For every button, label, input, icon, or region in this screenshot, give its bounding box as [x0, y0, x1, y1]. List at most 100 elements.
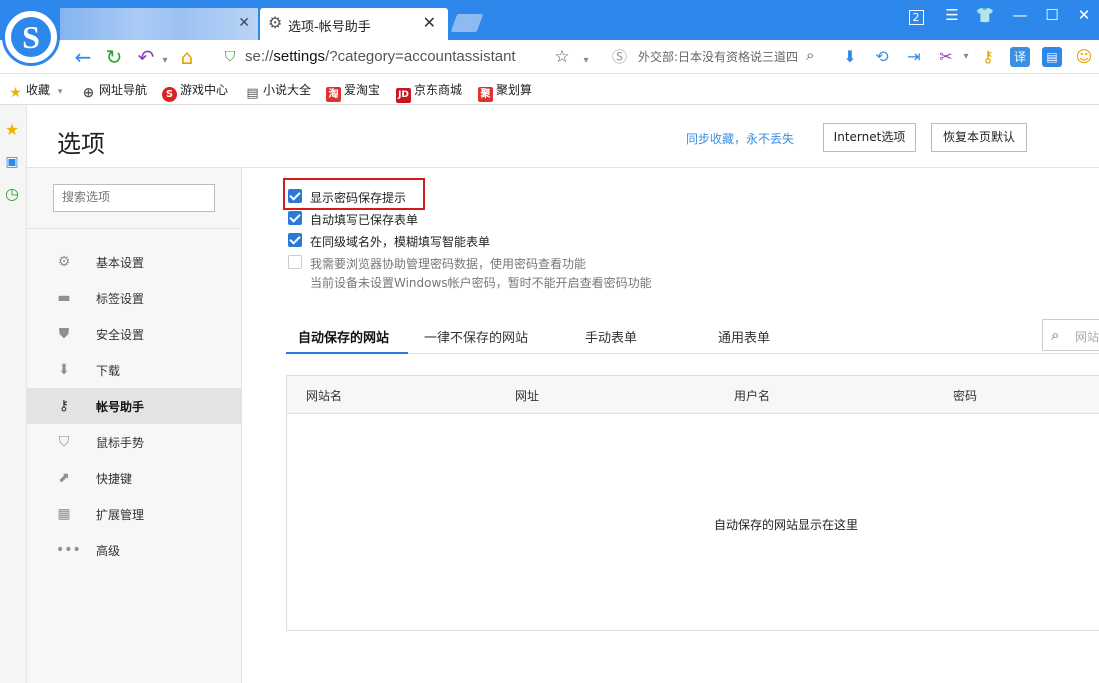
minimize-button[interactable]: — [1008, 6, 1032, 24]
checkbox-unchecked[interactable] [288, 255, 302, 269]
sidebar-item-account-assistant[interactable]: ⚷ 帐号助手 [27, 388, 241, 424]
sidebar-item-label: 安全设置 [96, 328, 145, 342]
taobao-icon: 淘 [326, 87, 341, 102]
column-header-url[interactable]: 网址 [515, 387, 539, 404]
tab-common-forms[interactable]: 通用表单 [718, 327, 770, 346]
search-icon[interactable]: ⌕ [806, 46, 814, 64]
maximize-button[interactable]: ☐ [1040, 6, 1064, 24]
checkbox-checked[interactable] [288, 211, 302, 225]
shield-check-icon: ⛊ [58, 326, 70, 342]
option-label: 显示密码保存提示 [310, 191, 407, 205]
sidebar-item-label: 基本设置 [96, 256, 145, 270]
sidebar-item-security[interactable]: ⛊ 安全设置 [27, 316, 241, 352]
sidebar-item-download[interactable]: ⬇ 下载 [27, 352, 241, 388]
column-header-password[interactable]: 密码 [953, 387, 977, 404]
security-shield-icon: ⛉ [224, 49, 236, 65]
key-icon[interactable]: ⚷ [978, 47, 998, 67]
menu-icon[interactable]: ☰ [940, 6, 964, 24]
emoji-icon[interactable]: ☺ [1074, 47, 1094, 67]
bookmark-juhuasuan[interactable]: 聚聚划算 [478, 81, 532, 102]
sidebar-item-basic[interactable]: ⚙ 基本设置 [27, 244, 241, 280]
checkbox-checked[interactable] [288, 233, 302, 247]
bookmark-favorites[interactable]: ★ 收藏 ▾ [8, 81, 62, 101]
download-icon[interactable]: ⬇ [840, 47, 860, 67]
tab-never-save-sites[interactable]: 一律不保存的网站 [424, 327, 528, 346]
bookmark-star-icon[interactable]: ☆ [549, 45, 575, 69]
tab-manual-forms[interactable]: 手动表单 [585, 327, 637, 346]
sidebar-item-label: 帐号助手 [96, 400, 145, 414]
password-note: 当前设备未设置Windows帐户密码，暂时不能开启查看密码功能 [310, 276, 652, 290]
close-window-button[interactable]: ✕ [1072, 6, 1096, 24]
sidebar-item-shortcuts[interactable]: ⬈ 快捷键 [27, 460, 241, 496]
column-header-username[interactable]: 用户名 [734, 387, 770, 404]
tablet-icon[interactable]: ▣ [3, 153, 21, 171]
sidebar-item-label: 标签设置 [96, 292, 145, 306]
address-bar: ← ↻ ↶ ▾ ⌂ ⛉ se://settings/?category=acco… [0, 40, 1099, 74]
search-input[interactable]: 外交部:日本没有资格说三道四 [638, 48, 798, 65]
grid-icon: ▦ [57, 506, 71, 522]
sidebar-item-label: 快捷键 [96, 472, 133, 486]
sidebar-item-label: 高级 [96, 544, 121, 558]
translate-box-icon[interactable]: 译 [1010, 47, 1030, 67]
globe-icon: ⊕ [82, 85, 95, 101]
side-panel-strip: ★ ▣ ◷ [0, 105, 27, 683]
table-header: 网站名 网址 用户名 密码 [287, 376, 1099, 414]
login-icon[interactable]: ⇥ [904, 47, 924, 67]
search-icon: ⌕ [1051, 326, 1060, 344]
star-icon: ★ [9, 85, 22, 101]
scissors-icon[interactable]: ✂ [936, 47, 956, 67]
sidebar-item-label: 鼠标手势 [96, 436, 145, 450]
tab-icon: ▬ [57, 290, 71, 306]
chevron-down-icon[interactable]: ▾ [956, 47, 976, 67]
tab-blurred[interactable]: ✕ [60, 8, 258, 40]
home-icon[interactable]: ⌂ [174, 45, 200, 69]
divider [27, 228, 241, 229]
sidebar-item-advanced[interactable]: ••• 高级 [27, 532, 241, 568]
tab-count-badge[interactable]: 2 [904, 7, 928, 25]
bookmark-jd[interactable]: JD 京东商城 [396, 81, 462, 103]
tab-auto-saved-sites[interactable]: 自动保存的网站 [298, 327, 389, 346]
sidebar-search-input[interactable] [62, 190, 212, 204]
column-header-site-name[interactable]: 网站名 [306, 387, 342, 404]
gear-icon: ⚙ [57, 254, 71, 270]
close-icon[interactable]: ✕ [423, 13, 436, 32]
sidebar-item-mouse-gestures[interactable]: ⛉ 鼠标手势 [27, 424, 241, 460]
close-icon[interactable]: ✕ [238, 15, 250, 31]
star-icon[interactable]: ★ [3, 121, 21, 139]
sidebar-item-label: 下载 [96, 364, 121, 378]
search-box[interactable]: Ⓢ 外交部:日本没有资格说三道四 ⌕ [608, 46, 826, 68]
shortcut-arrow-icon: ⬈ [58, 470, 70, 486]
new-tab-button[interactable] [450, 14, 484, 32]
title-bar: ✕ ⚙ 选项-帐号助手 ✕ 2 ☰ 👕 — ☐ ✕ [0, 0, 1099, 40]
bookmarks-bar: ★ 收藏 ▾ ⊕ 网址导航 S 游戏中心 ▤ 小说大全 淘爱淘宝 JD 京东商城 聚聚划算 [0, 74, 1099, 105]
checkbox-checked[interactable] [288, 189, 302, 203]
url-field[interactable]: se://settings/?category=accountassistant [245, 48, 516, 65]
internet-options-button[interactable]: Internet选项 [823, 123, 916, 152]
bookmark-nav[interactable]: ⊕ 网址导航 [81, 81, 147, 101]
chevron-down-icon[interactable]: ▾ [573, 49, 599, 73]
note-icon[interactable]: ▤ [1042, 47, 1062, 67]
clock-icon[interactable]: ◷ [3, 185, 21, 203]
sidebar-item-tabs[interactable]: ▬ 标签设置 [27, 280, 241, 316]
refresh-icon[interactable]: ↻ [101, 45, 127, 69]
bookmark-games[interactable]: S 游戏中心 [162, 81, 228, 102]
book-icon: ▤ [246, 86, 259, 101]
option-label: 我需要浏览器协助管理密码数据，使用密码查看功能 [310, 257, 587, 271]
sidebar-search-box[interactable] [53, 184, 215, 212]
restore-defaults-button[interactable]: 恢复本页默认 [931, 123, 1027, 152]
settings-sidebar: ⚙ 基本设置 ▬ 标签设置 ⛊ 安全设置 ⬇ 下载 ⚷ 帐号助手 ⛉ 鼠标手势 … [27, 168, 242, 683]
download-icon: ⬇ [58, 362, 70, 378]
sidebar-item-extensions[interactable]: ▦ 扩展管理 [27, 496, 241, 532]
bookmark-novels[interactable]: ▤ 小说大全 [245, 81, 311, 101]
site-search-box[interactable]: ⌕ 网站 [1042, 319, 1099, 351]
mouse-shield-icon: ⛉ [58, 434, 70, 450]
tab-active[interactable]: ⚙ 选项-帐号助手 ✕ [260, 8, 448, 40]
active-tab-indicator [286, 352, 408, 354]
saved-sites-table: 网站名 网址 用户名 密码 自动保存的网站显示在这里 [286, 375, 1099, 631]
bookmark-taobao[interactable]: 淘爱淘宝 [326, 81, 380, 102]
back-arrow-icon[interactable]: ← [70, 45, 96, 69]
sync-link[interactable]: 同步收藏，永不丢失 [686, 130, 794, 147]
translate-icon[interactable]: ⟲ [872, 47, 892, 67]
browser-logo: S [2, 8, 60, 66]
skin-icon[interactable]: 👕 [973, 6, 997, 24]
